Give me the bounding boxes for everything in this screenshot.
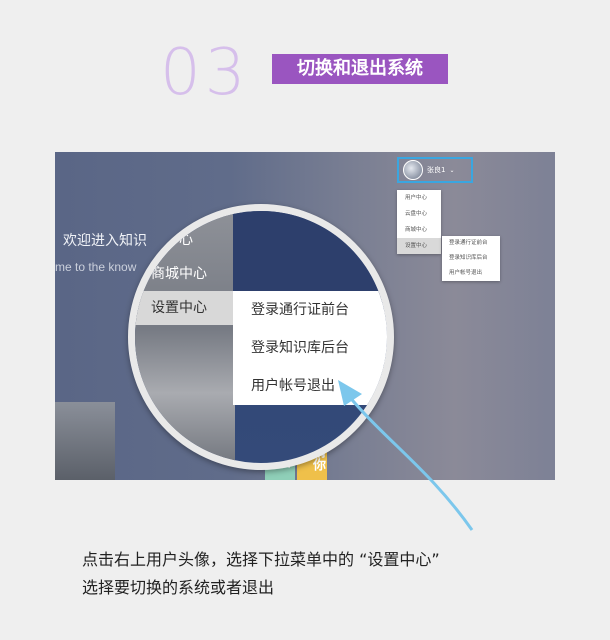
caption-line-1: 点击右上用户头像，选择下拉菜单中的 “设置中心” bbox=[82, 550, 440, 569]
pointer-arrow bbox=[338, 380, 474, 531]
caption-line-2: 选择要切换的系统或者退出 bbox=[82, 578, 275, 597]
instruction-caption: 点击右上用户头像，选择下拉菜单中的 “设置中心” 选择要切换的系统或者退出 bbox=[82, 546, 440, 602]
